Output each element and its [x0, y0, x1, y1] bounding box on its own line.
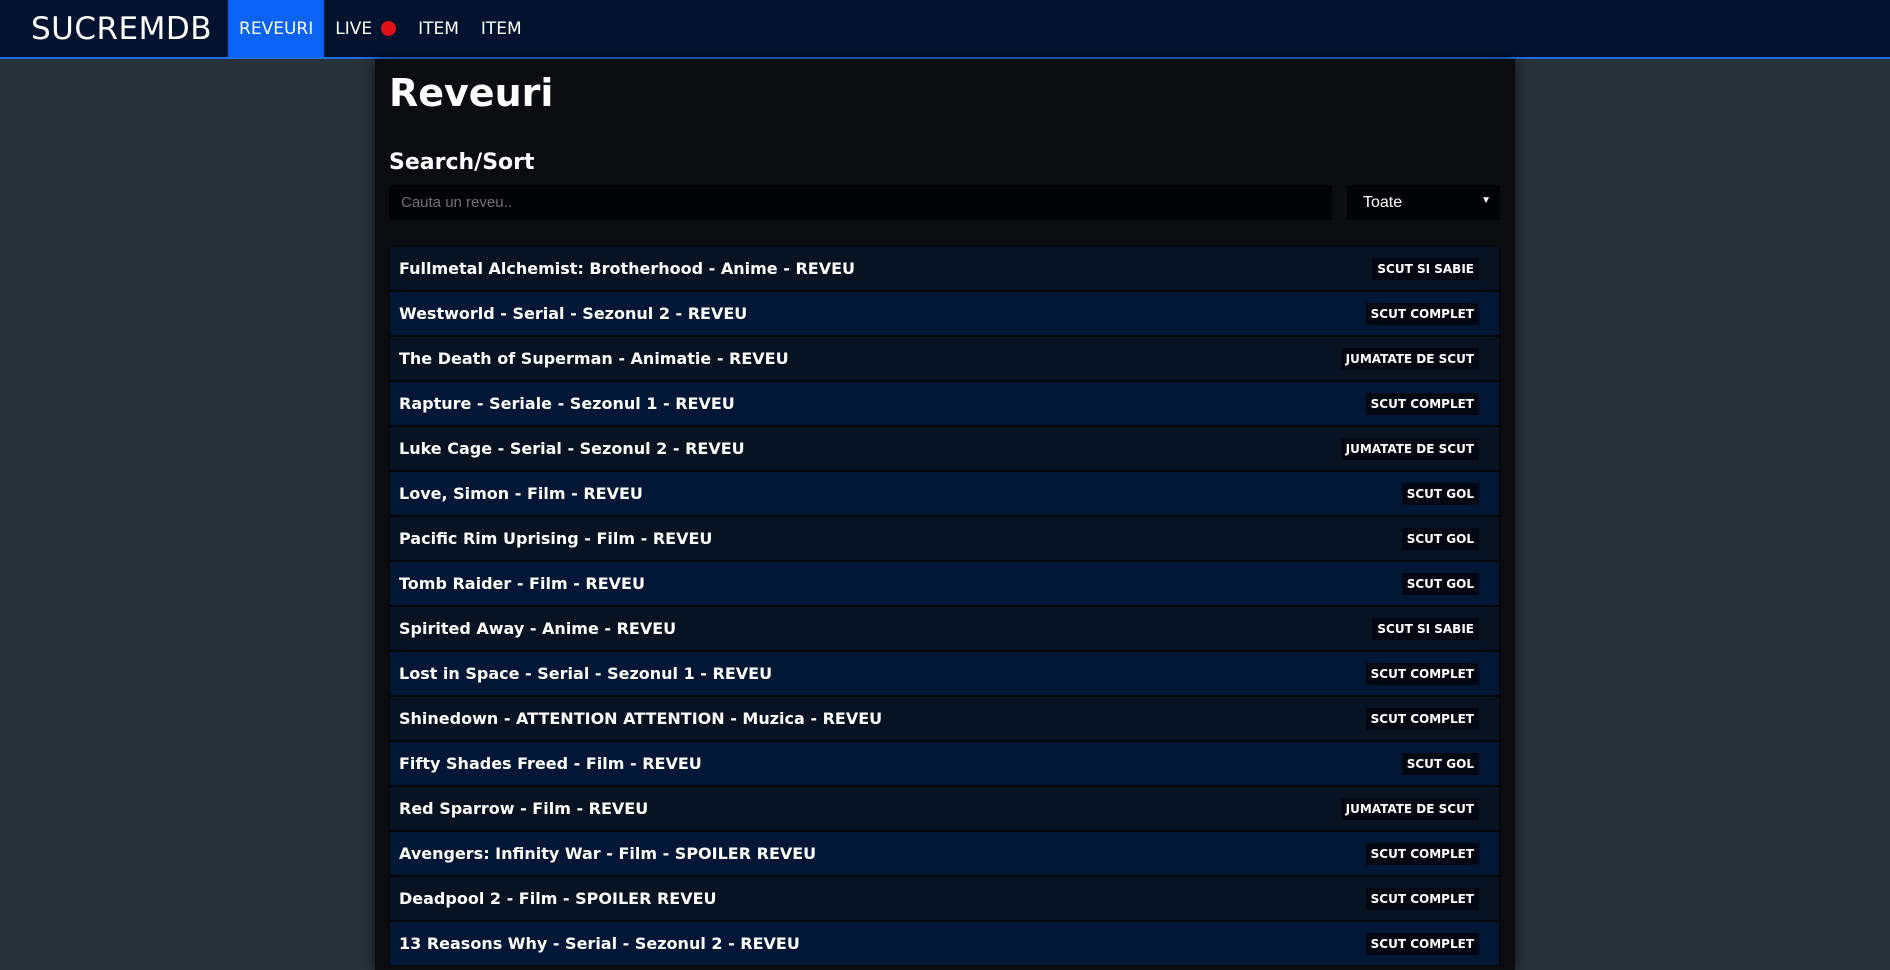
nav-item-label: ITEM: [418, 18, 459, 39]
review-list-item[interactable]: Fifty Shades Freed - Film - REVEU SCUT GO…: [389, 741, 1500, 786]
rating-badge: JUMATATE DE SCUT: [1340, 437, 1479, 460]
review-title: Fifty Shades Freed - Film - REVEU: [399, 754, 702, 773]
nav-item-reveuri[interactable]: REVEURI: [228, 0, 325, 57]
review-title: Tomb Raider - Film - REVEU: [399, 574, 645, 593]
review-title: Love, Simon - Film - REVEU: [399, 484, 643, 503]
main-content: Reveuri Search/Sort Toate ▼ Fullmetal Al…: [375, 59, 1515, 970]
nav-item-live[interactable]: LIVE: [324, 0, 407, 57]
review-list-item[interactable]: Luke Cage - Serial - Sezonul 2 - REVEU JU…: [389, 426, 1500, 471]
review-title: Fullmetal Alchemist: Brotherhood - Anime…: [399, 259, 855, 278]
filter-selected-value: Toate: [1363, 193, 1403, 211]
nav-item-label: REVEURI: [239, 18, 314, 39]
review-list-item[interactable]: Spirited Away - Anime - REVEU SCUT SI SAB…: [389, 606, 1500, 651]
rating-badge: SCUT COMPLET: [1365, 707, 1479, 730]
rating-badge: SCUT GOL: [1401, 572, 1479, 595]
review-title: Rapture - Seriale - Sezonul 1 - REVEU: [399, 394, 735, 413]
rating-badge: SCUT GOL: [1401, 482, 1479, 505]
nav-item-item-2[interactable]: ITEM: [470, 0, 533, 57]
review-title: Red Sparrow - Film - REVEU: [399, 799, 649, 818]
rating-badge: JUMATATE DE SCUT: [1340, 347, 1479, 370]
search-input[interactable]: [389, 185, 1332, 220]
rating-badge: SCUT COMPLET: [1365, 392, 1479, 415]
review-title: Deadpool 2 - Film - SPOILER REVEU: [399, 889, 717, 908]
review-list-item[interactable]: The Death of Superman - Animatie - REVEU…: [389, 336, 1500, 381]
review-title: Shinedown - ATTENTION ATTENTION - Muzica…: [399, 709, 883, 728]
nav-item-label: ITEM: [480, 18, 522, 39]
review-list-item[interactable]: Deadpool 2 - Film - SPOILER REVEU SCUT CO…: [389, 876, 1500, 921]
review-list-item[interactable]: 13 Reasons Why - Serial - Sezonul 2 - RE…: [389, 921, 1500, 966]
page-title: Reveuri: [389, 71, 554, 115]
rating-badge: SCUT COMPLET: [1365, 302, 1479, 325]
review-list-item[interactable]: Avengers: Infinity War - Film - SPOILER …: [389, 831, 1500, 876]
rating-badge: SCUT GOL: [1401, 752, 1479, 775]
nav-item-label: LIVE: [335, 18, 373, 39]
review-list-item[interactable]: Westworld - Serial - Sezonul 2 - REVEU SC…: [389, 291, 1500, 336]
rating-badge: SCUT SI SABIE: [1372, 617, 1479, 640]
review-list-item[interactable]: Rapture - Seriale - Sezonul 1 - REVEU SCU…: [389, 381, 1500, 426]
review-title: Avengers: Infinity War - Film - SPOILER …: [399, 844, 817, 863]
category-filter-select[interactable]: Toate ▼: [1347, 185, 1500, 220]
search-sort-heading: Search/Sort: [389, 150, 535, 175]
review-list-item[interactable]: Love, Simon - Film - REVEU SCUT GOL: [389, 471, 1500, 516]
rating-badge: SCUT COMPLET: [1365, 887, 1479, 910]
review-title: Pacific Rim Uprising - Film - REVEU: [399, 529, 713, 548]
review-list-item[interactable]: Pacific Rim Uprising - Film - REVEU SCUT …: [389, 516, 1500, 561]
live-indicator-icon: [381, 21, 397, 36]
rating-badge: SCUT SI SABIE: [1372, 257, 1479, 280]
rating-badge: SCUT COMPLET: [1365, 932, 1479, 955]
review-title: Lost in Space - Serial - Sezonul 1 - REV…: [399, 664, 773, 683]
review-list-item[interactable]: Tomb Raider - Film - REVEU SCUT GOL: [389, 561, 1500, 606]
rating-badge: SCUT COMPLET: [1365, 662, 1479, 685]
review-title: 13 Reasons Why - Serial - Sezonul 2 - RE…: [399, 934, 800, 953]
caret-down-icon: ▼: [1481, 195, 1491, 206]
rating-badge: SCUT GOL: [1401, 527, 1479, 550]
review-list-item[interactable]: Shinedown - ATTENTION ATTENTION - Muzica…: [389, 696, 1500, 741]
review-list-item[interactable]: Fullmetal Alchemist: Brotherhood - Anime…: [389, 246, 1500, 291]
review-title: Spirited Away - Anime - REVEU: [399, 619, 677, 638]
rating-badge: JUMATATE DE SCUT: [1340, 797, 1479, 820]
review-list-item[interactable]: Red Sparrow - Film - REVEU JUMATATE DE SC…: [389, 786, 1500, 831]
top-navbar: SUCREMDB REVEURI LIVE ITEM ITEM: [0, 0, 1890, 59]
reviews-list: Fullmetal Alchemist: Brotherhood - Anime…: [389, 246, 1500, 966]
review-list-item[interactable]: Lost in Space - Serial - Sezonul 1 - REV…: [389, 651, 1500, 696]
rating-badge: SCUT COMPLET: [1365, 842, 1479, 865]
review-title: Luke Cage - Serial - Sezonul 2 - REVEU: [399, 439, 745, 458]
nav-item-item-1[interactable]: ITEM: [407, 0, 470, 57]
brand-logo[interactable]: SUCREMDB: [0, 0, 228, 57]
review-title: Westworld - Serial - Sezonul 2 - REVEU: [399, 304, 748, 323]
review-title: The Death of Superman - Animatie - REVEU: [399, 349, 789, 368]
